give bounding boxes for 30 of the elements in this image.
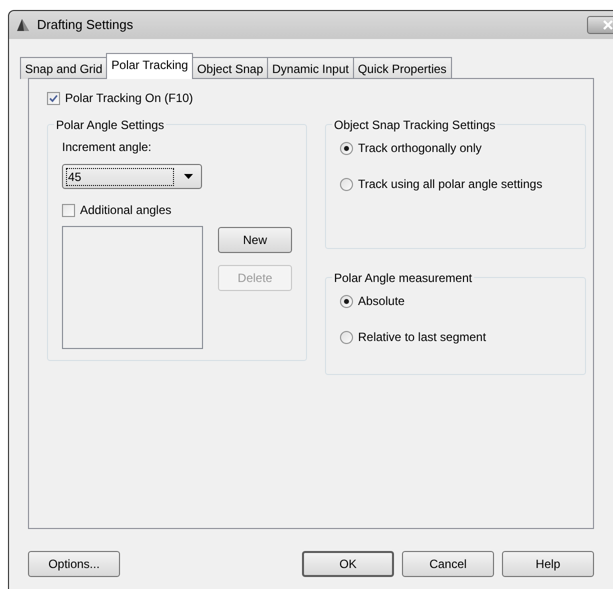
radio-label: Relative to last segment [358, 329, 486, 346]
radio-label: Absolute [358, 293, 405, 310]
dialog-button[interactable]: Options... [28, 551, 120, 577]
dialog-button[interactable]: Cancel [402, 551, 494, 577]
checkbox-label: Additional angles [80, 202, 172, 219]
dialog-button[interactable]: OK [302, 551, 394, 577]
tab[interactable]: Quick Properties [352, 57, 452, 79]
dropdown-value: 45 [66, 168, 174, 186]
tab[interactable]: Polar Tracking [106, 53, 194, 79]
radio-button[interactable] [340, 294, 353, 308]
checkbox[interactable] [62, 204, 75, 216]
radio-label: Track orthogonally only [358, 140, 482, 157]
dropdown-arrow-icon [184, 174, 193, 179]
tab[interactable]: Snap and Grid [20, 57, 108, 79]
app-icon [15, 17, 31, 33]
dialog-button[interactable]: Help [502, 551, 594, 577]
window-title: Drafting Settings [37, 16, 134, 34]
radio-label: Track using all polar angle settings [358, 176, 542, 193]
tab[interactable]: Dynamic Input [267, 57, 354, 79]
close-icon [602, 20, 613, 30]
radio-button[interactable] [340, 142, 353, 154]
tab[interactable]: Object Snap [192, 57, 268, 79]
dropdown-field[interactable]: 45 [62, 164, 202, 189]
checkbox-label: Polar Tracking On (F10) [65, 90, 194, 107]
angles-list[interactable] [62, 226, 203, 349]
field-label: Increment angle: [62, 139, 152, 156]
radio-button[interactable] [340, 330, 353, 344]
checkbox[interactable] [47, 92, 60, 104]
radio-button[interactable] [340, 178, 353, 190]
dialog-button[interactable]: New [218, 227, 292, 253]
